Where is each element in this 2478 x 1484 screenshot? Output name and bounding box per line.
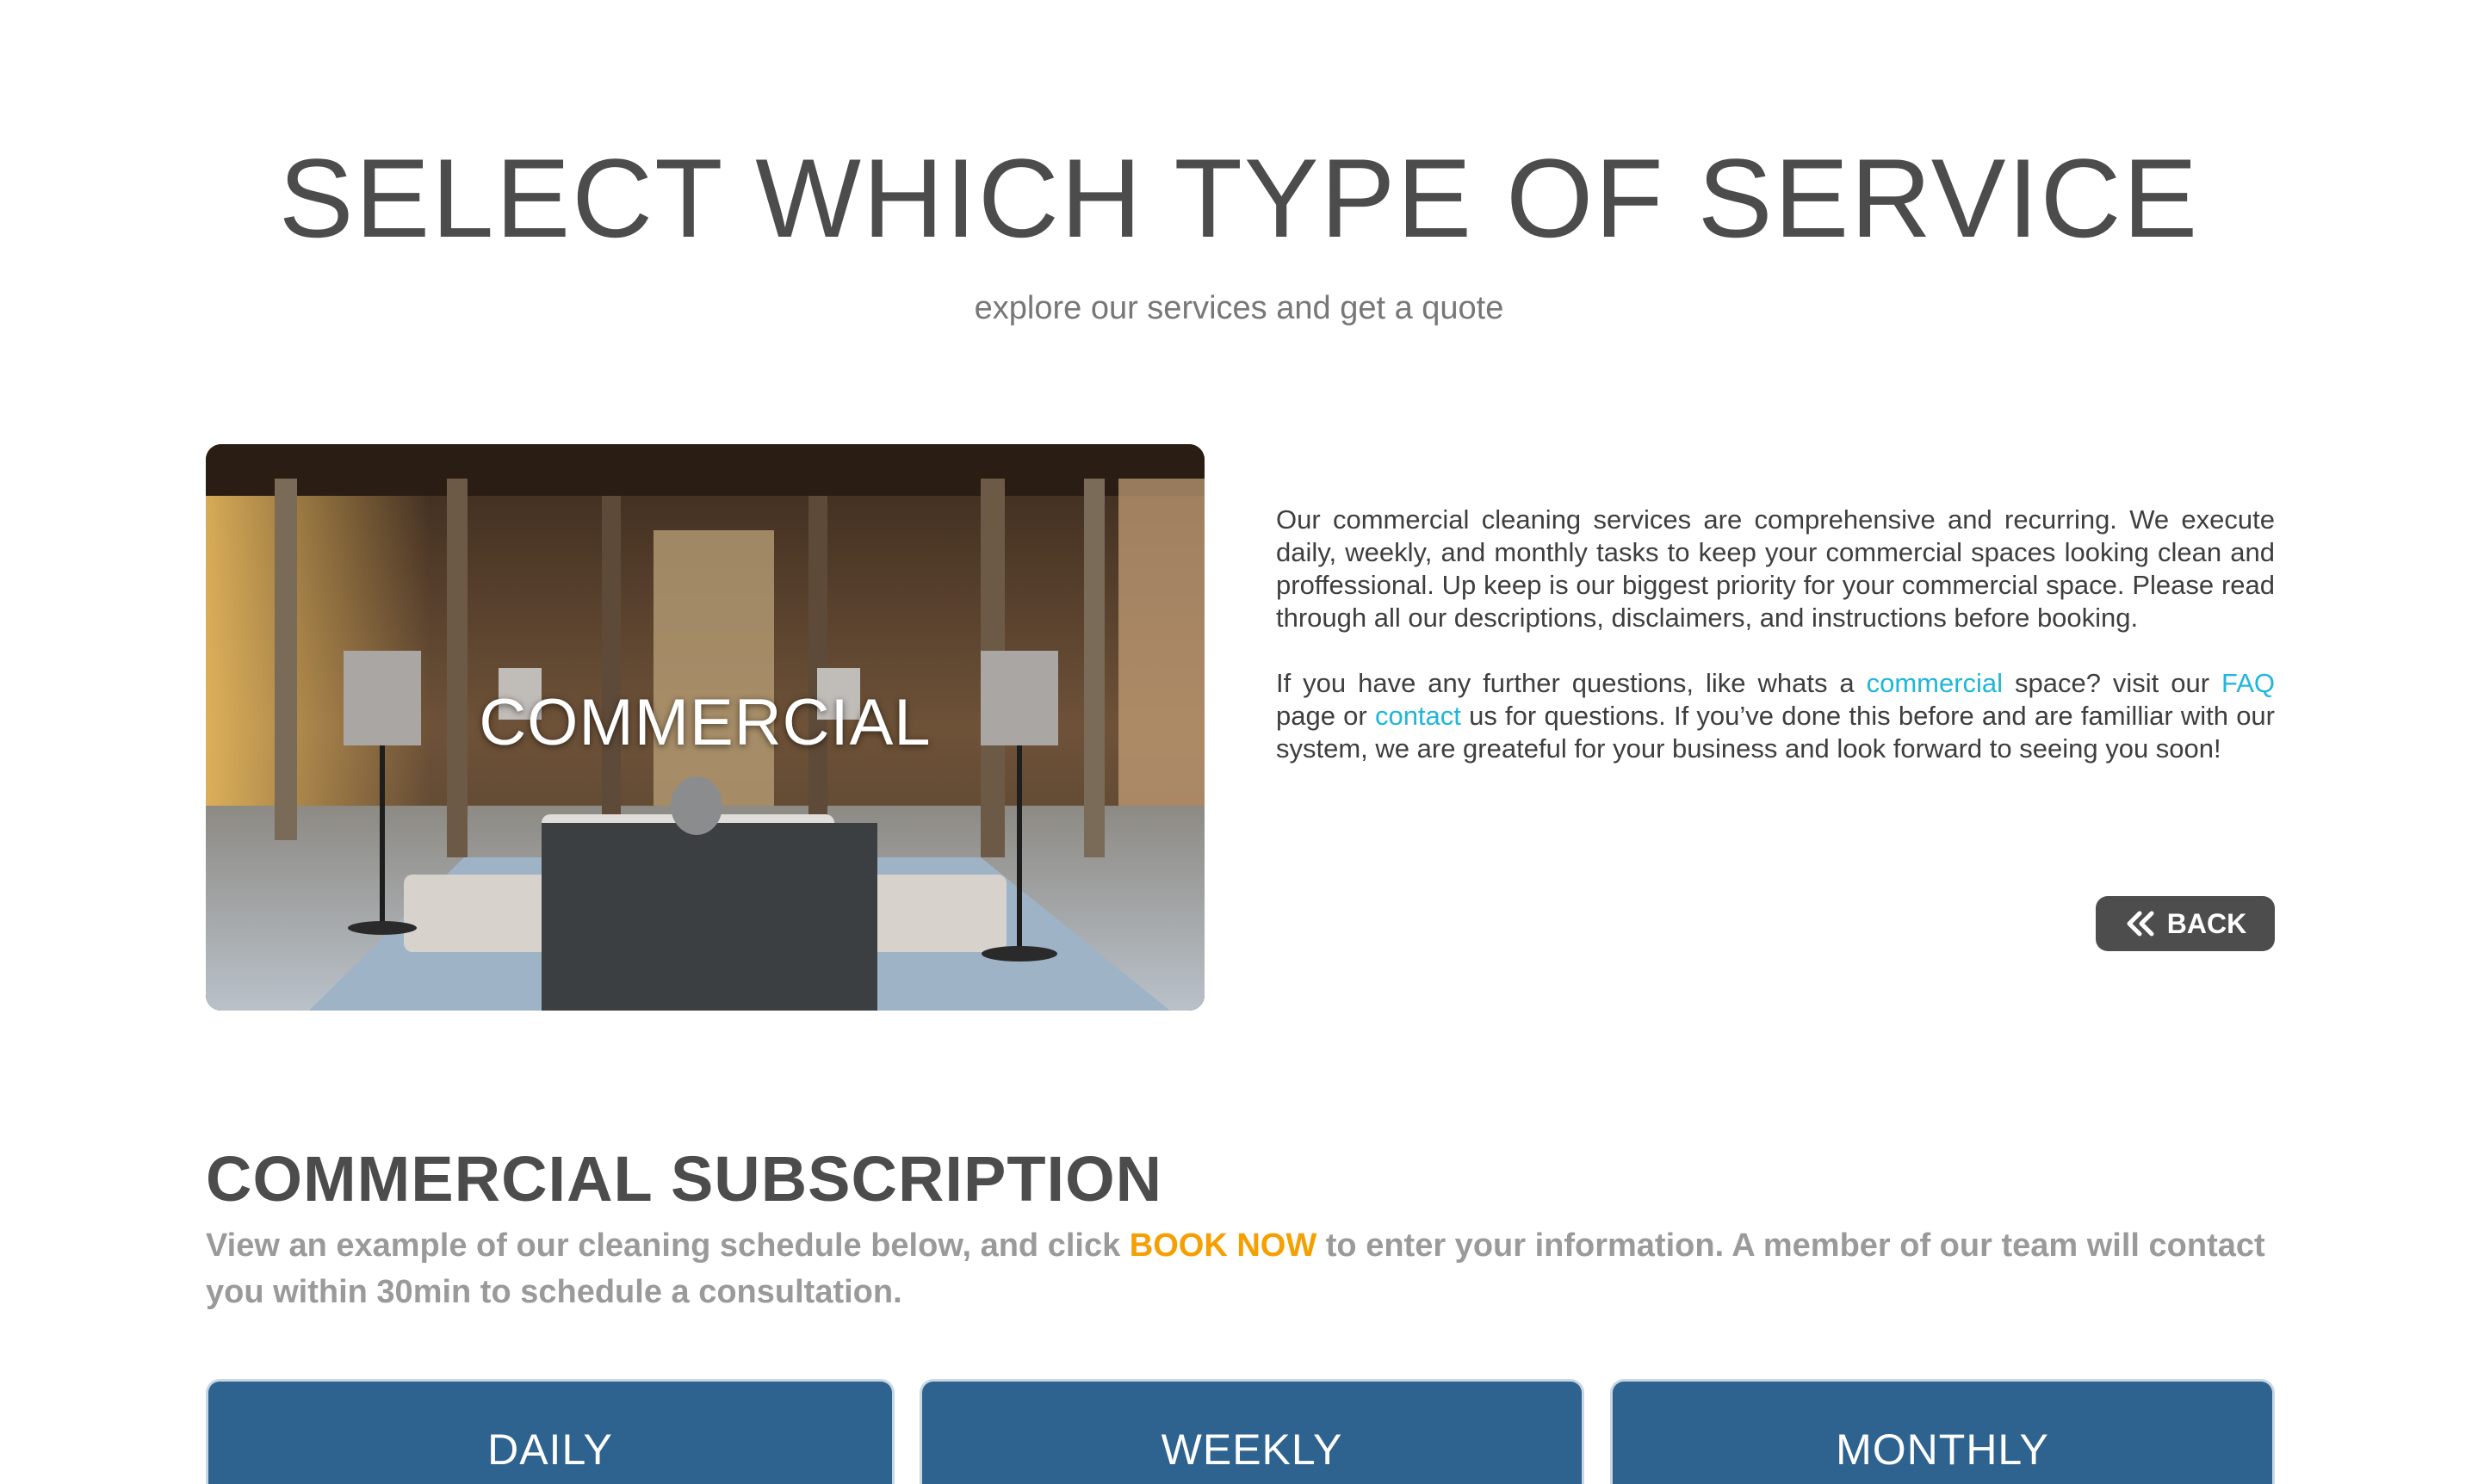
plan-label: WEEKLY: [1161, 1425, 1343, 1474]
contact-link[interactable]: contact: [1375, 701, 1461, 731]
subscription-intro: View an example of our cleaning schedule…: [206, 1222, 2272, 1315]
plan-card-daily[interactable]: DAILY: [206, 1379, 895, 1484]
description-paragraph-1: Our commercial cleaning services are com…: [1276, 504, 2275, 633]
plan-label: MONTHLY: [1836, 1425, 2049, 1474]
plan-card-weekly[interactable]: WEEKLY: [920, 1379, 1584, 1484]
description-paragraph-2: If you have any further questions, like …: [1276, 667, 2275, 765]
hero-label: COMMERCIAL: [479, 686, 932, 759]
plan-card-monthly[interactable]: MONTHLY: [1610, 1379, 2275, 1484]
book-now-link[interactable]: BOOK NOW: [1130, 1227, 1316, 1264]
subscription-title: COMMERCIAL SUBSCRIPTION: [206, 1143, 1163, 1215]
description-text: space? visit our: [2003, 668, 2221, 698]
description-text: page or: [1276, 701, 1375, 731]
back-button[interactable]: BACK: [2096, 896, 2275, 951]
commercial-link[interactable]: commercial: [1867, 668, 2003, 698]
plan-label: DAILY: [487, 1425, 613, 1474]
subscription-text: View an example of our cleaning schedule…: [206, 1227, 1130, 1264]
commercial-hero-image: COMMERCIAL: [206, 444, 1205, 1011]
faq-link[interactable]: FAQ: [2221, 668, 2275, 698]
page-title: SELECT WHICH TYPE OF SERVICE: [278, 135, 2200, 261]
description-text: If you have any further questions, like …: [1276, 668, 1867, 698]
page-subtitle: explore our services and get a quote: [974, 290, 1504, 326]
back-button-label: BACK: [2166, 907, 2247, 939]
service-description: Our commercial cleaning services are com…: [1276, 504, 2275, 798]
service-selection-page: SELECT WHICH TYPE OF SERVICE explore our…: [0, 0, 2478, 1484]
double-chevron-left-icon: [2127, 911, 2154, 937]
